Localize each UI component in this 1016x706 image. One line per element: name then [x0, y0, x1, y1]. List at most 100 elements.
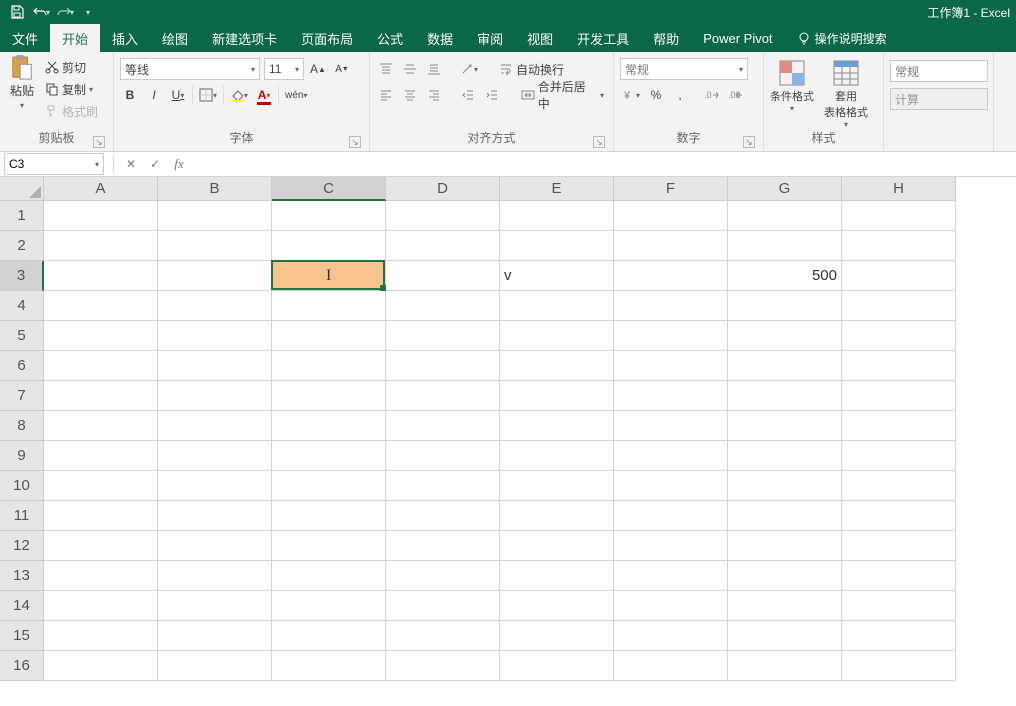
- column-header-C[interactable]: C: [272, 177, 386, 201]
- cell-C1[interactable]: [272, 201, 386, 231]
- cell-B13[interactable]: [158, 561, 272, 591]
- row-header-3[interactable]: 3: [0, 261, 44, 291]
- cell-H10[interactable]: [842, 471, 956, 501]
- cell-E13[interactable]: [500, 561, 614, 591]
- cell-D5[interactable]: [386, 321, 500, 351]
- cell-B11[interactable]: [158, 501, 272, 531]
- row-header-6[interactable]: 6: [0, 351, 44, 381]
- wrap-text-button[interactable]: 自动换行: [496, 58, 567, 80]
- cell-E16[interactable]: [500, 651, 614, 681]
- cell-E11[interactable]: [500, 501, 614, 531]
- cell-E3[interactable]: v: [500, 261, 614, 291]
- tab-draw[interactable]: 绘图: [150, 24, 200, 52]
- cell-C8[interactable]: [272, 411, 386, 441]
- cell-A11[interactable]: [44, 501, 158, 531]
- cell-H3[interactable]: [842, 261, 956, 291]
- merge-center-button[interactable]: 合并后居中▾: [518, 84, 607, 106]
- cell-style-general[interactable]: 常规: [890, 60, 988, 82]
- row-header-15[interactable]: 15: [0, 621, 44, 651]
- cell-D1[interactable]: [386, 201, 500, 231]
- cell-F11[interactable]: [614, 501, 728, 531]
- font-size-combo[interactable]: 11▾: [264, 58, 304, 80]
- cell-style-calc[interactable]: 计算: [890, 88, 988, 110]
- cell-F13[interactable]: [614, 561, 728, 591]
- accounting-format-button[interactable]: ¥▾: [620, 84, 642, 106]
- undo-dropdown-icon[interactable]: ▾: [46, 8, 50, 17]
- paste-button[interactable]: 粘贴 ▾: [6, 54, 38, 112]
- cell-G5[interactable]: [728, 321, 842, 351]
- tab-review[interactable]: 审阅: [465, 24, 515, 52]
- clipboard-dialog-launcher[interactable]: ↘: [93, 136, 105, 148]
- cell-C16[interactable]: [272, 651, 386, 681]
- cell-H2[interactable]: [842, 231, 956, 261]
- row-header-10[interactable]: 10: [0, 471, 44, 501]
- cell-A5[interactable]: [44, 321, 158, 351]
- tab-developer[interactable]: 开发工具: [565, 24, 641, 52]
- tab-help[interactable]: 帮助: [641, 24, 691, 52]
- alignment-dialog-launcher[interactable]: ↘: [593, 136, 605, 148]
- cell-A2[interactable]: [44, 231, 158, 261]
- cell-E5[interactable]: [500, 321, 614, 351]
- cell-F14[interactable]: [614, 591, 728, 621]
- cell-D7[interactable]: [386, 381, 500, 411]
- cell-A4[interactable]: [44, 291, 158, 321]
- cell-G13[interactable]: [728, 561, 842, 591]
- cell-C14[interactable]: [272, 591, 386, 621]
- cell-H11[interactable]: [842, 501, 956, 531]
- cell-B1[interactable]: [158, 201, 272, 231]
- cell-H5[interactable]: [842, 321, 956, 351]
- cell-C12[interactable]: [272, 531, 386, 561]
- cell-F16[interactable]: [614, 651, 728, 681]
- cell-H6[interactable]: [842, 351, 956, 381]
- row-header-11[interactable]: 11: [0, 501, 44, 531]
- cell-B16[interactable]: [158, 651, 272, 681]
- cell-G7[interactable]: [728, 381, 842, 411]
- cell-F2[interactable]: [614, 231, 728, 261]
- align-left-button[interactable]: [376, 84, 396, 106]
- cell-A15[interactable]: [44, 621, 158, 651]
- cell-E4[interactable]: [500, 291, 614, 321]
- cell-C5[interactable]: [272, 321, 386, 351]
- font-color-button[interactable]: A▾: [254, 84, 274, 106]
- cell-H9[interactable]: [842, 441, 956, 471]
- formula-input[interactable]: [191, 153, 1016, 175]
- row-header-16[interactable]: 16: [0, 651, 44, 681]
- cell-F10[interactable]: [614, 471, 728, 501]
- cell-C10[interactable]: [272, 471, 386, 501]
- cell-C15[interactable]: [272, 621, 386, 651]
- cell-H14[interactable]: [842, 591, 956, 621]
- insert-function-button[interactable]: fx: [167, 153, 191, 175]
- cell-C9[interactable]: [272, 441, 386, 471]
- cell-B4[interactable]: [158, 291, 272, 321]
- cell-B9[interactable]: [158, 441, 272, 471]
- cell-H1[interactable]: [842, 201, 956, 231]
- cell-A8[interactable]: [44, 411, 158, 441]
- cell-B12[interactable]: [158, 531, 272, 561]
- column-header-A[interactable]: A: [44, 177, 158, 201]
- cell-E7[interactable]: [500, 381, 614, 411]
- cell-H16[interactable]: [842, 651, 956, 681]
- cell-B3[interactable]: [158, 261, 272, 291]
- cell-E8[interactable]: [500, 411, 614, 441]
- tab-formulas[interactable]: 公式: [365, 24, 415, 52]
- cell-E12[interactable]: [500, 531, 614, 561]
- column-header-E[interactable]: E: [500, 177, 614, 201]
- underline-button[interactable]: U▾: [168, 84, 188, 106]
- font-dialog-launcher[interactable]: ↘: [349, 136, 361, 148]
- increase-font-button[interactable]: A▲: [308, 58, 328, 80]
- cell-H15[interactable]: [842, 621, 956, 651]
- paste-dropdown-icon[interactable]: ▾: [20, 101, 24, 110]
- orientation-button[interactable]: ▾: [458, 58, 480, 80]
- redo-dropdown-icon[interactable]: ▾: [70, 8, 74, 17]
- cell-A1[interactable]: [44, 201, 158, 231]
- cell-D6[interactable]: [386, 351, 500, 381]
- cell-E1[interactable]: [500, 201, 614, 231]
- cell-A3[interactable]: [44, 261, 158, 291]
- cell-B8[interactable]: [158, 411, 272, 441]
- cell-A9[interactable]: [44, 441, 158, 471]
- cell-G3[interactable]: 500: [728, 261, 842, 291]
- cell-B14[interactable]: [158, 591, 272, 621]
- cancel-formula-button[interactable]: ✕: [119, 153, 143, 175]
- decrease-indent-button[interactable]: [458, 84, 478, 106]
- tab-newtab[interactable]: 新建选项卡: [200, 24, 289, 52]
